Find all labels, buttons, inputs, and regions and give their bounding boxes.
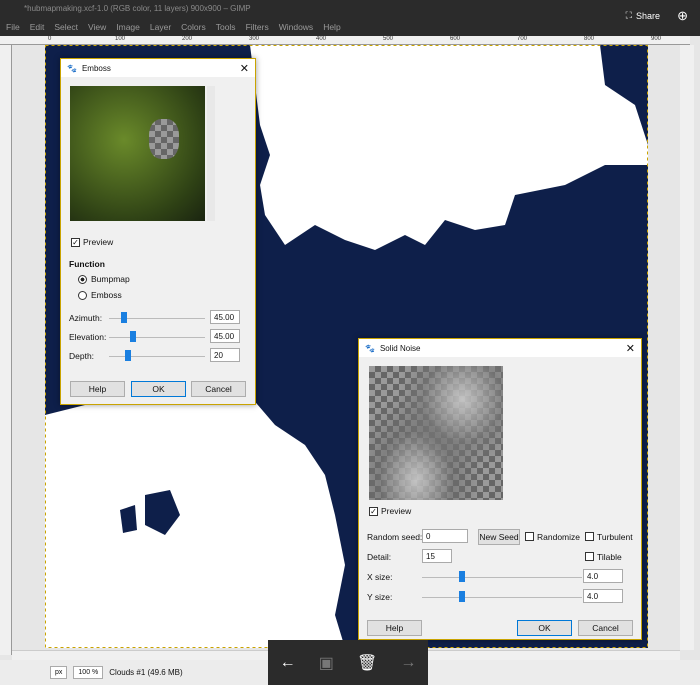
vertical-scrollbar[interactable] [680, 45, 694, 650]
menu-help[interactable]: Help [323, 22, 340, 36]
cancel-button[interactable]: Cancel [191, 381, 246, 397]
navy-island [120, 505, 137, 533]
depth-slider-thumb[interactable] [125, 350, 132, 361]
x-size-input[interactable]: 4.0 [583, 569, 623, 583]
zoom-select[interactable]: 100 % [73, 666, 104, 679]
back-arrow-icon[interactable]: ← [280, 654, 296, 672]
preview-checkbox[interactable]: ✓ Preview [369, 506, 411, 516]
radio-bumpmap[interactable]: Bumpmap [78, 274, 130, 284]
randomize-checkbox[interactable]: Randomize [525, 532, 580, 542]
horizontal-ruler[interactable]: 0 100 200 300 400 500 600 700 800 900 [0, 36, 690, 45]
window-title: *hubmapmaking.xcf-1.0 (RGB color, 11 lay… [0, 0, 700, 18]
share-button[interactable]: ⛶ Share [626, 10, 660, 21]
tilable-checkbox[interactable]: Tilable [585, 552, 622, 562]
ruler-label: 400 [316, 36, 327, 42]
ok-button[interactable]: OK [131, 381, 186, 397]
emboss-preview-image [70, 86, 205, 221]
menu-select[interactable]: Select [54, 22, 78, 36]
help-button[interactable]: Help [367, 620, 422, 636]
menu-image[interactable]: Image [116, 22, 140, 36]
depth-slider[interactable] [109, 356, 205, 357]
detail-label: Detail: [367, 552, 392, 562]
noise-preview-image [369, 366, 503, 500]
help-button[interactable]: Help [70, 381, 125, 397]
menu-windows[interactable]: Windows [279, 22, 313, 36]
gimp-icon: 🐾 [67, 63, 77, 73]
cancel-button[interactable]: Cancel [578, 620, 633, 636]
azimuth-input[interactable]: 45.00 [210, 310, 240, 324]
transparent-area [149, 119, 179, 159]
vertical-ruler[interactable] [0, 45, 12, 655]
x-size-slider-thumb[interactable] [459, 571, 465, 582]
ruler-label: 500 [383, 36, 394, 42]
y-size-label: Y size: [367, 592, 393, 602]
share-icon: ⛶ [625, 10, 632, 20]
menu-tools[interactable]: Tools [216, 22, 236, 36]
menu-filters[interactable]: Filters [246, 22, 269, 36]
share-label: Share [635, 10, 660, 21]
close-icon[interactable]: ✕ [240, 62, 249, 75]
ruler-label: 100 [115, 36, 126, 42]
status-info: Clouds #1 (49.6 MB) [109, 668, 183, 677]
menu-layer[interactable]: Layer [150, 22, 171, 36]
menu-colors[interactable]: Colors [181, 22, 206, 36]
ruler-label: 200 [182, 36, 193, 42]
ruler-label: 300 [249, 36, 260, 42]
detail-input[interactable]: 15 [422, 549, 452, 563]
ruler-label: 700 [517, 36, 528, 42]
azimuth-label: Azimuth: [69, 313, 103, 323]
ruler-label: 800 [584, 36, 595, 42]
radio-emboss[interactable]: Emboss [78, 290, 122, 300]
dialog-title: Emboss [81, 63, 111, 73]
x-size-label: X size: [367, 572, 393, 582]
menu-bar: File Edit Select View Image Layer Colors Tools F… [0, 18, 700, 36]
preview-scrollbar[interactable] [207, 86, 215, 221]
trash-icon[interactable]: 🗑 [357, 653, 377, 673]
dialog-title: Solid Noise [379, 343, 421, 353]
emboss-dialog: 🐾 Emboss ✕ ✓ Preview Function Bumpmap Embos… [60, 58, 256, 405]
solid-noise-dialog: 🐾 Solid Noise ✕ ✓ Preview Random seed: 0 Ne… [358, 338, 642, 640]
y-size-slider[interactable] [422, 597, 582, 598]
gimp-icon: 🐾 [365, 343, 375, 353]
random-seed-input[interactable]: 0 [422, 529, 468, 543]
ruler-label: 600 [450, 36, 461, 42]
x-size-slider[interactable] [422, 577, 582, 578]
y-size-slider-thumb[interactable] [459, 591, 465, 602]
depth-label: Depth: [69, 351, 95, 361]
ruler-label: 0 [48, 36, 52, 42]
elevation-label: Elevation: [69, 332, 107, 342]
new-seed-button[interactable]: New Seed [478, 529, 520, 545]
elevation-input[interactable]: 45.00 [210, 329, 240, 343]
menu-edit[interactable]: Edit [30, 22, 45, 36]
elevation-slider[interactable] [109, 337, 205, 338]
comment-icon[interactable]: ▣ [319, 653, 334, 673]
unit-select[interactable]: px [50, 666, 68, 679]
ruler-label: 900 [651, 36, 662, 42]
depth-input[interactable]: 20 [210, 348, 240, 362]
turbulent-checkbox[interactable]: Turbulent [585, 532, 633, 542]
menu-view[interactable]: View [88, 22, 106, 36]
photo-toolbar: ← ▣ 🗑 → [268, 640, 428, 685]
preview-checkbox[interactable]: ✓ Preview [71, 237, 113, 247]
zoom-in-icon[interactable]: ⊕ [677, 8, 688, 24]
menu-file[interactable]: File [6, 22, 20, 36]
random-seed-label: Random seed: [367, 532, 423, 542]
y-size-input[interactable]: 4.0 [583, 589, 623, 603]
ok-button[interactable]: OK [517, 620, 572, 636]
function-label: Function [69, 259, 105, 269]
close-icon[interactable]: ✕ [626, 342, 635, 355]
elevation-slider-thumb[interactable] [130, 331, 136, 342]
azimuth-slider-thumb[interactable] [121, 312, 128, 323]
forward-arrow-icon[interactable]: → [400, 654, 416, 672]
